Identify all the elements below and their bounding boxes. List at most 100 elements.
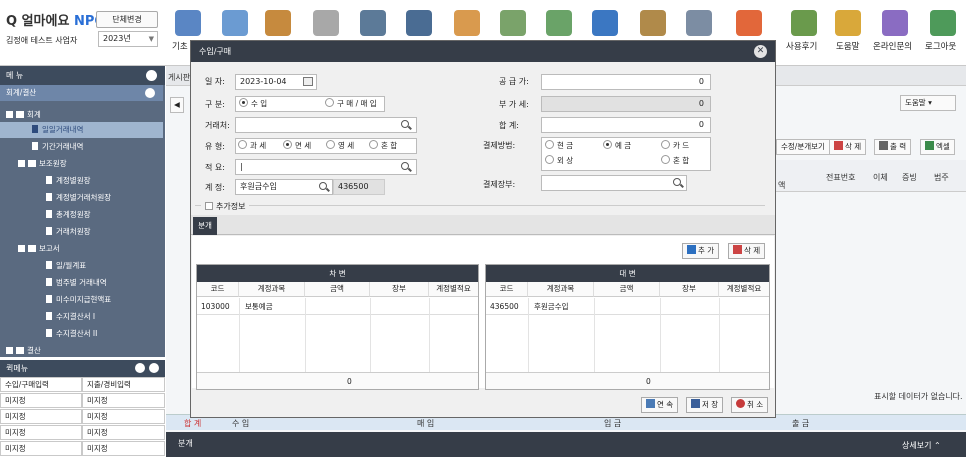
quick-item[interactable]: 지출/경비입력	[82, 377, 165, 392]
review-icon[interactable]	[791, 10, 817, 36]
tree-item-period[interactable]: 기간거래내역	[32, 139, 83, 155]
radio-deposit[interactable]: 예 금	[603, 140, 631, 152]
search-icon[interactable]	[401, 162, 409, 170]
radio-cash[interactable]: 현 금	[545, 140, 573, 152]
bottom-tab-entry[interactable]: 분개	[178, 438, 193, 449]
search-icon[interactable]	[319, 182, 327, 190]
org-change-button[interactable]: 단체변경	[96, 11, 158, 28]
search-icon[interactable]	[401, 120, 409, 128]
add-button[interactable]: 추 가	[682, 243, 720, 259]
toolbar-icon-4[interactable]	[313, 10, 339, 36]
tree-folder-ledger[interactable]: 보조원장	[18, 156, 67, 172]
radio-credit[interactable]: 외 상	[545, 155, 573, 167]
credit-col-amount: 금액	[594, 282, 660, 297]
save-button[interactable]: 저 장	[686, 397, 724, 413]
toolbar-icon-9[interactable]	[546, 10, 572, 36]
col-amount: 액	[778, 181, 786, 190]
view-entry-button[interactable]: 수정/분개보기	[776, 139, 830, 155]
inquiry-icon[interactable]	[882, 10, 908, 36]
tree-item-account-ledger[interactable]: 계정별원장	[46, 173, 91, 189]
tree-item-account-client-ledger[interactable]: 계정별거래처원장	[46, 190, 111, 206]
sos-icon[interactable]	[736, 10, 762, 36]
extra-info-toggle[interactable]: 추가정보	[201, 201, 250, 212]
tree-item-receivable[interactable]: 미수미지급현액표	[46, 292, 111, 308]
quick-item[interactable]: 미지정	[0, 425, 82, 440]
review-link[interactable]: 사용후기	[786, 40, 817, 52]
prev-arrow-icon[interactable]: ◀	[170, 97, 184, 113]
toolbar-icon-7[interactable]	[454, 10, 480, 36]
toolbar-icon-6[interactable]	[406, 10, 432, 36]
minus-icon	[6, 111, 13, 118]
client-input[interactable]	[235, 117, 417, 133]
tree-item-general-ledger[interactable]: 총계정원장	[46, 207, 91, 223]
tree-folder-report[interactable]: 보고서	[18, 241, 60, 257]
logout-link[interactable]: 로그아웃	[925, 40, 956, 52]
tree-item-settlement-2[interactable]: 수지결산서 II	[46, 326, 97, 342]
quick-item[interactable]: 미지정	[82, 441, 165, 456]
toolbar-icon-2[interactable]	[222, 10, 248, 36]
tab-journal[interactable]: 분개	[193, 217, 217, 235]
toolbar-icon-1[interactable]	[175, 10, 201, 36]
supply-input[interactable]: 0	[541, 74, 711, 90]
year-select[interactable]: 2023년 ▼	[98, 31, 158, 47]
quick-item[interactable]: 미지정	[0, 441, 82, 456]
help-dropdown[interactable]: 도움말 ▾	[900, 95, 956, 111]
tree-item-daily[interactable]: 일일거래내역	[0, 122, 163, 138]
quick-item[interactable]: 미지정	[0, 393, 82, 408]
help-link[interactable]: 도움말	[836, 40, 859, 52]
collapse-icon[interactable]	[146, 70, 157, 81]
radio-zero-rated[interactable]: 영 세	[326, 140, 354, 152]
section-accounting[interactable]: 회계/결산	[0, 85, 163, 101]
gear-icon[interactable]	[135, 363, 145, 373]
tab-board[interactable]: 게시판	[168, 72, 190, 83]
tree-item-daily-monthly[interactable]: 일/월계표	[46, 258, 86, 274]
search-icon[interactable]	[673, 178, 681, 186]
radio-taxable[interactable]: 과 세	[238, 140, 266, 152]
summary-input[interactable]: |	[235, 159, 417, 175]
excel-button[interactable]: 엑셀	[920, 139, 955, 155]
tree-item-client-ledger[interactable]: 거래처원장	[46, 224, 91, 240]
quick-item[interactable]: 미지정	[0, 409, 82, 424]
logout-icon[interactable]	[930, 10, 956, 36]
radio-mixed-pay[interactable]: 혼 합	[661, 155, 689, 167]
document-icon	[46, 312, 52, 320]
close-icon[interactable]: ✕	[754, 45, 767, 58]
toolbar-icon-11[interactable]	[640, 10, 666, 36]
chevron-down-icon[interactable]	[149, 363, 159, 373]
pay-book-input[interactable]	[541, 175, 687, 191]
quick-item[interactable]: 미지정	[82, 425, 165, 440]
toolbar-icon-8[interactable]	[500, 10, 526, 36]
total-input[interactable]: 0	[541, 117, 711, 133]
radio-income[interactable]: 수 입	[239, 98, 267, 110]
toolbar-icon-5[interactable]	[360, 10, 386, 36]
radio-purchase[interactable]: 구 매 / 매 입	[325, 98, 377, 110]
radio-exempt[interactable]: 면 세	[283, 140, 311, 152]
print-button[interactable]: 출 력	[874, 139, 912, 155]
folder-icon	[16, 347, 24, 354]
tree-folder-accounting[interactable]: 회계	[6, 107, 41, 123]
continue-button[interactable]: 연 속	[641, 397, 679, 413]
quick-item[interactable]: 미지정	[82, 393, 165, 408]
gear-icon[interactable]	[686, 10, 712, 36]
tree-folder-closing[interactable]: 결산	[6, 343, 41, 357]
cancel-button[interactable]: 취 소	[731, 397, 769, 413]
detail-toggle[interactable]: 상세보기 ⌃	[902, 440, 941, 451]
toolbar-icon-10[interactable]	[592, 10, 618, 36]
vat-input: 0	[541, 96, 711, 112]
calendar-icon[interactable]	[303, 77, 313, 86]
summary-income: 수 입	[232, 419, 250, 428]
minus-icon[interactable]	[145, 88, 155, 98]
app-logo[interactable]: Q 얼마에요 NPO	[6, 10, 105, 29]
radio-mixed[interactable]: 혼 합	[369, 140, 397, 152]
delete-row-button[interactable]: 삭 제	[728, 243, 766, 259]
quick-item[interactable]: 미지정	[82, 409, 165, 424]
delete-button[interactable]: 삭 제	[829, 139, 867, 155]
help-book-icon[interactable]	[835, 10, 861, 36]
quick-item[interactable]: 수입/구매입력	[0, 377, 82, 392]
radio-card[interactable]: 카 드	[661, 140, 689, 152]
credit-grid: 대 변 코드 계정과목 금액 장부 계정별적요 436500 후원금수입 0	[485, 264, 770, 390]
toolbar-icon-3[interactable]	[265, 10, 291, 36]
tree-item-settlement-1[interactable]: 수지결산서 I	[46, 309, 95, 325]
tree-item-category[interactable]: 범주별 거래내역	[46, 275, 107, 291]
inquiry-link[interactable]: 온라인문의	[873, 40, 912, 52]
